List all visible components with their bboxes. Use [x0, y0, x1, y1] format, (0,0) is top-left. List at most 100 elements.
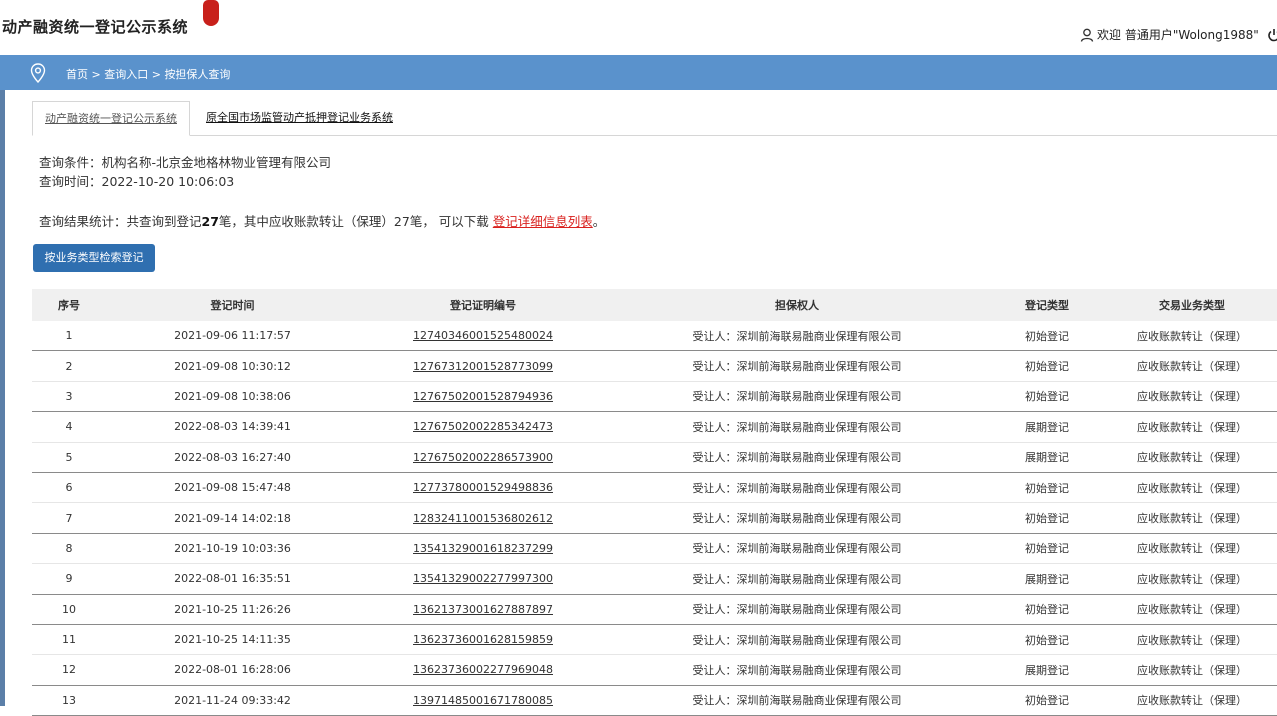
- cell-secured-party: 受让人：深圳前海联易融商业保理有限公司: [692, 663, 902, 677]
- cell-secured-party: 受让人：深圳前海联易融商业保理有限公司: [692, 542, 902, 556]
- cell-index: 12: [62, 663, 76, 677]
- cert-number-link[interactable]: 12767502002285342473: [359, 412, 607, 442]
- cell-secured-party: 受让人：深圳前海联易融商业保理有限公司: [692, 512, 902, 526]
- cell-time: 2021-11-24 09:33:42: [174, 693, 291, 707]
- cell-reg-type: 初始登记: [1025, 481, 1069, 495]
- breadcrumb: 首页 > 查询入口 > 按担保人查询: [66, 66, 230, 82]
- breadcrumb-item: 按担保人查询: [164, 68, 231, 81]
- table-row: 9 2022-08-01 16:35:51 13541329002277997300…: [32, 564, 1277, 595]
- cell-secured-party: 受让人：深圳前海联易融商业保理有限公司: [692, 603, 902, 617]
- cell-index: 10: [62, 602, 76, 616]
- cell-business-type: 应收账款转让（保理）: [1137, 663, 1247, 677]
- cell-business-type: 应收账款转让（保理）: [1137, 451, 1247, 465]
- cell-business-type: 应收账款转让（保理）: [1137, 420, 1247, 434]
- table-row: 1 2021-09-06 11:17:57 12740346001525480024…: [32, 321, 1277, 351]
- tab-unified-registry[interactable]: 动产融资统一登记公示系统: [32, 101, 190, 136]
- cert-number-link[interactable]: 13623736002277969048: [359, 655, 607, 685]
- cell-index: 6: [65, 481, 73, 495]
- breadcrumb-item[interactable]: 首页: [66, 68, 88, 81]
- col-header-business-type: 交易业务类型: [1159, 299, 1225, 312]
- cell-secured-party: 受让人：深圳前海联易融商业保理有限公司: [692, 451, 902, 465]
- cell-business-type: 应收账款转让（保理）: [1137, 633, 1247, 647]
- stats-middle: 笔，其中应收账款转让（保理）27笔， 可以下载: [218, 214, 493, 229]
- cell-time: 2021-10-19 10:03:36: [174, 541, 291, 555]
- cell-index: 3: [65, 389, 73, 403]
- table-row: 12 2022-08-01 16:28:06 1362373600227796904…: [32, 655, 1277, 686]
- cert-number-link[interactable]: 12740346001525480024: [359, 321, 607, 351]
- cert-number-link[interactable]: 12773780001529498836: [359, 472, 607, 502]
- query-condition: 查询条件：机构名称-北京金地格林物业管理有限公司: [39, 155, 332, 170]
- cell-reg-type: 初始登记: [1025, 603, 1069, 617]
- cell-business-type: 应收账款转让（保理）: [1137, 694, 1247, 708]
- cell-time: 2022-08-01 16:35:51: [174, 572, 291, 586]
- cell-index: 13: [62, 693, 76, 707]
- cert-number-link[interactable]: 13621373001627887897: [359, 594, 607, 624]
- table-row: 11 2021-10-25 14:11:35 1362373600162815985…: [32, 624, 1277, 655]
- cert-number-link[interactable]: 13541329002277997300: [359, 564, 607, 594]
- col-header-time: 登记时间: [210, 299, 255, 312]
- left-edge-strip: [0, 90, 5, 706]
- query-time: 查询时间：2022-10-20 10:06:03: [39, 174, 235, 189]
- cell-business-type: 应收账款转让（保理）: [1137, 329, 1247, 343]
- cell-business-type: 应收账款转让（保理）: [1137, 360, 1247, 374]
- download-list-link[interactable]: 登记详细信息列表: [493, 214, 593, 229]
- cell-index: 11: [62, 633, 76, 647]
- cell-business-type: 应收账款转让（保理）: [1137, 542, 1247, 556]
- site-title: 动产融资统一登记公示系统: [2, 18, 189, 36]
- breadcrumb-item[interactable]: 查询入口: [104, 68, 148, 81]
- cell-reg-type: 初始登记: [1025, 360, 1069, 374]
- stats-prefix: 查询结果统计：共查询到登记: [39, 214, 202, 229]
- cell-business-type: 应收账款转让（保理）: [1137, 390, 1247, 404]
- cell-secured-party: 受让人：深圳前海联易融商业保理有限公司: [692, 390, 902, 404]
- cell-business-type: 应收账款转让（保理）: [1137, 481, 1247, 495]
- cell-index: 4: [65, 420, 73, 434]
- cert-number-link[interactable]: 12767502002286573900: [359, 442, 607, 472]
- result-stats: 查询结果统计：共查询到登记27笔，其中应收账款转让（保理）27笔， 可以下载 登…: [39, 211, 605, 230]
- cell-reg-type: 展期登记: [1025, 663, 1069, 677]
- cell-reg-type: 初始登记: [1025, 694, 1069, 708]
- cell-secured-party: 受让人：深圳前海联易融商业保理有限公司: [692, 694, 902, 708]
- cert-number-link[interactable]: 13541329001618237299: [359, 533, 607, 563]
- cell-secured-party: 受让人：深圳前海联易融商业保理有限公司: [692, 360, 902, 374]
- cell-reg-type: 展期登记: [1025, 451, 1069, 465]
- table-row: 13 2021-11-24 09:33:42 1397148500167178008…: [32, 685, 1277, 716]
- cell-time: 2021-09-08 15:47:48: [174, 481, 291, 495]
- query-info: 查询条件：机构名称-北京金地格林物业管理有限公司 查询时间：2022-10-20…: [39, 153, 331, 191]
- cell-business-type: 应收账款转让（保理）: [1137, 512, 1247, 526]
- stats-count: 27: [201, 214, 219, 229]
- cell-secured-party: 受让人：深圳前海联易融商业保理有限公司: [692, 329, 902, 343]
- table-row: 2 2021-09-08 10:30:12 12767312001528773099…: [32, 351, 1277, 382]
- table-header-row: 序号 登记时间 登记证明编号 担保权人 登记类型 交易业务类型: [32, 289, 1277, 321]
- location-pin-icon: [30, 63, 46, 83]
- cell-time: 2021-10-25 14:11:35: [174, 633, 291, 647]
- cell-time: 2021-09-08 10:38:06: [174, 389, 291, 403]
- user-icon: [1080, 28, 1094, 42]
- cell-reg-type: 初始登记: [1025, 329, 1069, 343]
- seal-logo: [203, 0, 219, 26]
- cell-reg-type: 展期登记: [1025, 572, 1069, 586]
- cell-index: 1: [65, 329, 73, 343]
- stats-suffix: 。: [592, 214, 606, 229]
- cert-number-link[interactable]: 12767502001528794936: [359, 381, 607, 411]
- breadcrumb-bar: 首页 > 查询入口 > 按担保人查询: [0, 55, 1277, 90]
- cert-number-link[interactable]: 12767312001528773099: [359, 351, 607, 381]
- results-table: 序号 登记时间 登记证明编号 担保权人 登记类型 交易业务类型 1 2021-09…: [32, 289, 1277, 716]
- power-icon[interactable]: [1267, 28, 1277, 42]
- cert-number-link[interactable]: 12832411001536802612: [359, 503, 607, 533]
- table-row: 10 2021-10-25 11:26:26 1362137300162788789…: [32, 594, 1277, 625]
- user-area: 欢迎 普通用户"Wolong1988" 退: [1080, 26, 1277, 43]
- breadcrumb-separator: >: [88, 68, 105, 81]
- tab-legacy-mortgage-system[interactable]: 原全国市场监管动产抵押登记业务系统: [194, 101, 405, 134]
- table-row: 8 2021-10-19 10:03:36 13541329001618237299…: [32, 533, 1277, 564]
- cell-time: 2022-08-03 16:27:40: [174, 450, 291, 464]
- table-row: 3 2021-09-08 10:38:06 12767502001528794936…: [32, 381, 1277, 412]
- cell-secured-party: 受让人：深圳前海联易融商业保理有限公司: [692, 420, 902, 434]
- cell-time: 2022-08-03 14:39:41: [174, 420, 291, 434]
- cell-time: 2022-08-01 16:28:06: [174, 663, 291, 677]
- search-by-business-type-button[interactable]: 按业务类型检索登记: [33, 244, 155, 272]
- cell-secured-party: 受让人：深圳前海联易融商业保理有限公司: [692, 633, 902, 647]
- welcome-text: 欢迎 普通用户"Wolong1988": [1097, 28, 1259, 42]
- cert-number-link[interactable]: 13971485001671780085: [359, 685, 607, 715]
- cert-number-link[interactable]: 13623736001628159859: [359, 624, 607, 654]
- cell-index: 8: [65, 541, 73, 555]
